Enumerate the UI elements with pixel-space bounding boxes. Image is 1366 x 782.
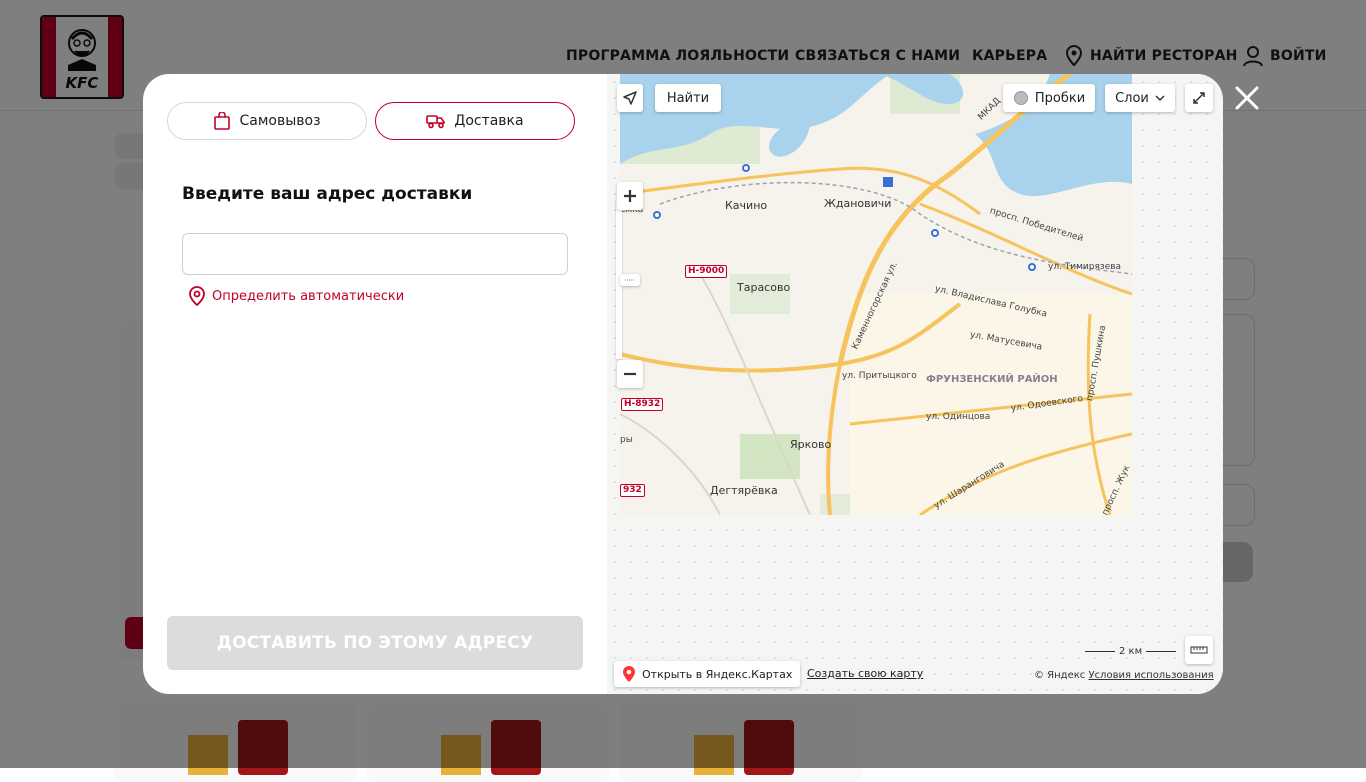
layers-button[interactable]: Слои — [1105, 84, 1175, 112]
detect-location-label: Определить автоматически — [212, 288, 405, 304]
map-label-timiryazeva: ул. Тимирязева — [1048, 262, 1122, 272]
map-label-tarasovo: Тарасово — [737, 281, 791, 294]
ruler-icon — [1190, 646, 1208, 654]
fullscreen-button[interactable] — [1185, 84, 1213, 112]
tab-pickup[interactable]: Самовывоз — [167, 102, 367, 140]
minus-icon — [624, 372, 636, 376]
traffic-label: Пробки — [1034, 90, 1086, 106]
delivery-scooter-icon — [426, 115, 446, 129]
layers-label: Слои — [1115, 90, 1149, 106]
open-in-yandex-label: Открыть в Яндекс.Картах — [642, 667, 793, 681]
navigation-arrow-icon — [623, 91, 637, 105]
map-label-odintsova: ул. Одинцова — [926, 412, 991, 422]
create-map-link[interactable]: Создать свою карту — [807, 667, 923, 680]
map-label-yarkovo: Ярково — [790, 438, 832, 451]
map-label-kachino: Качино — [725, 199, 768, 212]
map-scale-label: 2 км — [1119, 646, 1143, 657]
deliver-to-address-button[interactable]: ДОСТАВИТЬ ПО ЭТОМУ АДРЕСУ — [167, 616, 583, 670]
expand-icon — [1193, 92, 1205, 104]
close-icon[interactable] — [1233, 84, 1261, 112]
map-label-frunzensky: ФРУНЗЕНСКИЙ РАЙОН — [926, 374, 1058, 385]
road-badge-n8932: Н-8932 — [621, 398, 664, 411]
traffic-icon — [1013, 91, 1028, 105]
traffic-button[interactable]: Пробки — [1003, 84, 1095, 112]
map-scale: 2 км — [1085, 646, 1177, 657]
map-find-label: Найти — [666, 90, 710, 106]
open-in-yandex-maps-link[interactable]: Открыть в Яндекс.Картах — [614, 661, 801, 687]
ruler-button[interactable] — [1185, 636, 1213, 664]
zoom-in-button[interactable] — [617, 182, 643, 210]
road-badge-932: 932 — [620, 484, 645, 497]
map-label-pritytskogo: ул. Притыцкого — [842, 371, 917, 381]
yandex-map[interactable]: Качино Ждановичи Тарасово Ярково Дегтярё… — [607, 74, 1223, 694]
terms-of-use-link[interactable]: Условия использования — [1088, 670, 1213, 681]
map-copyright: © Яндекс Условия использования — [1034, 670, 1214, 681]
zoom-slider-handle[interactable] — [620, 274, 640, 286]
tab-delivery-label: Доставка — [454, 113, 524, 129]
grip-icon — [625, 279, 635, 281]
zoom-out-button[interactable] — [617, 360, 643, 388]
map-tiles[interactable]: Качино Ждановичи Тарасово Ярково Дегтярё… — [620, 74, 1132, 515]
map-pin-icon — [623, 666, 635, 682]
plus-icon — [624, 190, 636, 202]
map-label-degtyarevka: Дегтярёвка — [710, 484, 778, 497]
copyright-label: © Яндекс — [1034, 670, 1086, 681]
address-input[interactable] — [182, 233, 568, 275]
chevron-down-icon — [1155, 95, 1165, 102]
address-panel: Самовывоз Доставка Введите ваш адрес дос… — [143, 74, 607, 694]
tab-delivery[interactable]: Доставка — [375, 102, 575, 140]
detect-location-link[interactable]: Определить автоматически — [188, 286, 404, 306]
location-pin-icon — [189, 286, 205, 306]
map-find-button[interactable]: Найти — [655, 84, 721, 112]
map-label-ry: ры — [620, 435, 633, 445]
map-label-zhdanovichi: Ждановичи — [824, 197, 892, 210]
modal-heading: Введите ваш адрес доставки — [182, 184, 473, 204]
geolocation-button[interactable] — [617, 84, 643, 112]
shopping-bag-icon — [214, 112, 231, 130]
road-badge-n9000: Н-9000 — [685, 265, 728, 278]
delivery-modal: Самовывоз Доставка Введите ваш адрес дос… — [143, 74, 1223, 694]
tab-pickup-label: Самовывоз — [239, 113, 321, 129]
